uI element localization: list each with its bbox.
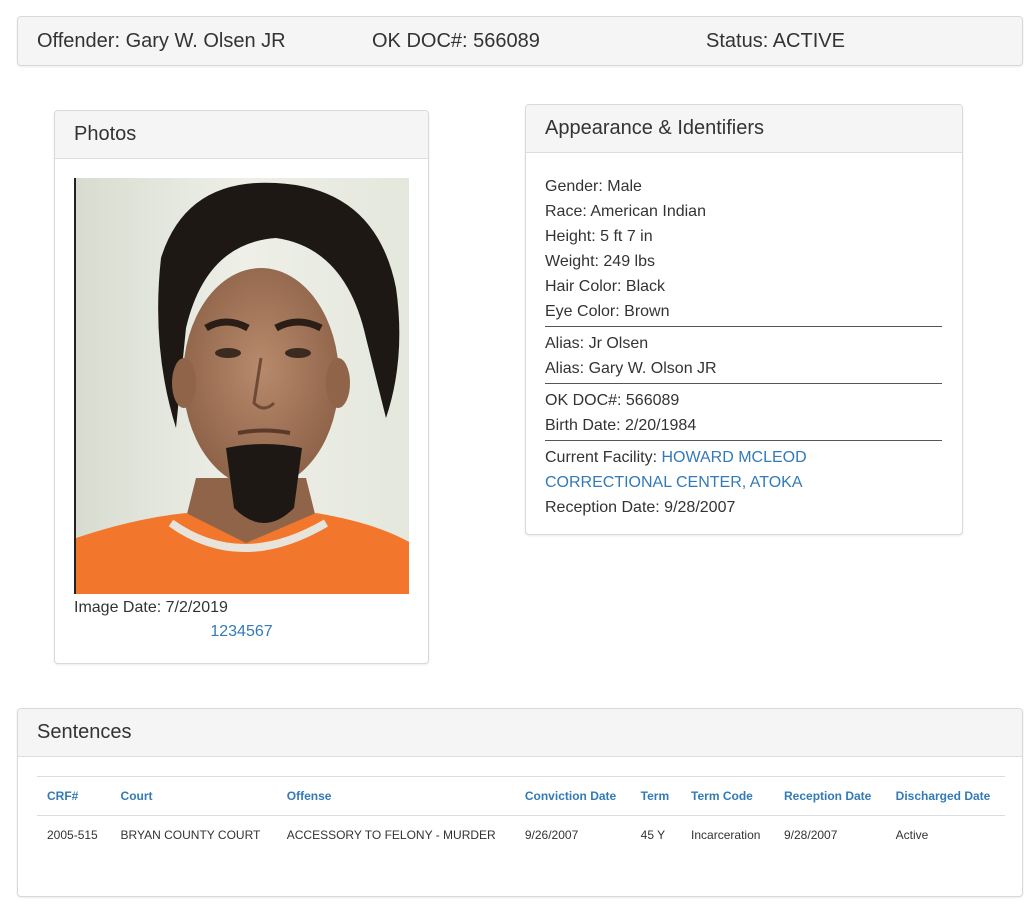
offender-name: Offender: Gary W. Olsen JR: [37, 30, 286, 52]
column-reception-date[interactable]: Reception Date: [774, 776, 886, 816]
photo-page-3[interactable]: 3: [228, 623, 237, 640]
cell-court: BRYAN COUNTY COURT: [120, 828, 261, 842]
photo-page-5[interactable]: 5: [246, 623, 255, 640]
facility-link-continued[interactable]: CORRECTIONAL CENTER, ATOKA: [545, 470, 942, 495]
photo-pagination: 1234567: [55, 623, 428, 641]
table-row: 2005-515 BRYAN COUNTY COURT ACCESSORY TO…: [37, 816, 1005, 855]
cell-offense: ACCESSORY TO FELONY - MURDER: [286, 828, 496, 842]
photos-title: Photos: [55, 111, 428, 159]
column-term-code[interactable]: Term Code: [681, 776, 774, 816]
weight: Weight: 249 lbs: [545, 253, 655, 270]
status-text: Status: ACTIVE: [706, 30, 845, 52]
column-discharged-date[interactable]: Discharged Date: [885, 776, 1005, 816]
photo-page-7[interactable]: 7: [264, 623, 273, 640]
reception-date: Reception Date: 9/28/2007: [545, 499, 736, 516]
facility-link[interactable]: HOWARD MCLEOD: [661, 449, 806, 466]
cell-reception-date: 9/28/2007: [784, 828, 838, 842]
id-group: OK DOC#: 566089 Birth Date: 2/20/1984: [545, 388, 942, 441]
cell-conviction-date: 9/26/2007: [524, 828, 579, 842]
current-facility: Current Facility: HOWARD MCLEOD: [545, 445, 942, 470]
offender-summary-bar: Offender: Gary W. Olsen JR OK DOC#: 5660…: [17, 16, 1023, 66]
facility-label: Current Facility:: [545, 449, 662, 466]
hair-color: Hair Color: Black: [545, 278, 666, 295]
physical-group: Gender: Male Race: American Indian Heigh…: [545, 174, 942, 327]
image-date: Image Date: 7/2/2019: [74, 599, 228, 616]
photos-panel: Photos Image Date: 7/2/2019 1234567: [54, 110, 429, 664]
sentences-panel: Sentences CRF# Court Offense Conviction …: [17, 708, 1023, 897]
facility-group: Current Facility: HOWARD MCLEOD CORRECTI…: [545, 445, 942, 522]
column-court[interactable]: Court: [110, 776, 277, 816]
gender: Gender: Male: [545, 178, 642, 195]
alias: Alias: Gary W. Olson JR: [545, 360, 717, 377]
photo-page-1[interactable]: 1: [210, 623, 219, 640]
race: Race: American Indian: [545, 203, 706, 220]
cell-term-code: Incarceration: [691, 828, 761, 842]
height: Height: 5 ft 7 in: [545, 228, 653, 245]
alias: Alias: Jr Olsen: [545, 335, 649, 352]
column-conviction-date[interactable]: Conviction Date: [514, 776, 631, 816]
appearance-title: Appearance & Identifiers: [526, 105, 962, 153]
table-header-row: CRF# Court Offense Conviction Date Term …: [37, 776, 1005, 816]
mugshot-photo: [74, 178, 409, 594]
eye-color: Eye Color: Brown: [545, 303, 670, 320]
photo-page-4[interactable]: 4: [237, 623, 246, 640]
sentences-title: Sentences: [18, 709, 1022, 757]
column-term[interactable]: Term: [630, 776, 682, 816]
column-crf[interactable]: CRF#: [37, 776, 111, 816]
photo-page-6[interactable]: 6: [255, 623, 264, 640]
sentences-table: CRF# Court Offense Conviction Date Term …: [37, 776, 1005, 854]
cell-crf: 2005-515: [47, 828, 98, 842]
cell-term: 45 Y: [640, 828, 666, 842]
birth-date: Birth Date: 2/20/1984: [545, 417, 697, 434]
photo-page-2[interactable]: 2: [219, 623, 228, 640]
okdoc-number: OK DOC#: 566089: [545, 392, 680, 409]
appearance-panel: Appearance & Identifiers Gender: Male Ra…: [525, 104, 963, 535]
cell-discharged-date: Active: [895, 828, 929, 842]
appearance-details: Gender: Male Race: American Indian Heigh…: [545, 174, 942, 526]
okdoc-number: OK DOC#: 566089: [372, 30, 540, 52]
column-offense[interactable]: Offense: [276, 776, 515, 816]
alias-group: Alias: Jr Olsen Alias: Gary W. Olson JR: [545, 331, 942, 384]
